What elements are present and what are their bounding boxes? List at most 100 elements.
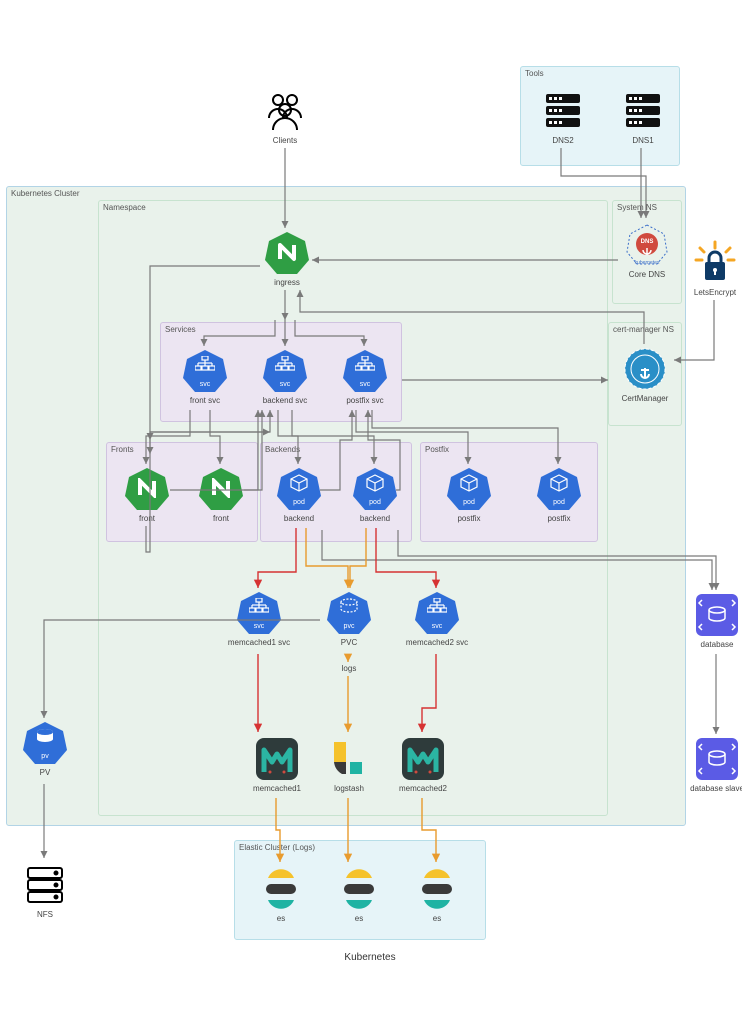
hept-label: pod	[536, 499, 582, 506]
cluster-label: cert-manager NS	[613, 325, 674, 334]
pod-icon: pod	[276, 466, 322, 512]
hept-label: svc	[342, 381, 388, 388]
node-label: es	[277, 914, 285, 923]
cluster-label: System NS	[617, 203, 657, 212]
node-postfix1: pod postfix	[440, 466, 498, 523]
hept-label: pod	[352, 499, 398, 506]
node-nfs: NFS	[16, 862, 74, 919]
aws-db-icon	[694, 592, 740, 638]
node-label: postfix svc	[346, 396, 383, 405]
node-label: database slave	[690, 784, 742, 793]
node-label: database	[701, 640, 734, 649]
svc-icon: svc	[414, 590, 460, 636]
svc-icon: svc	[342, 348, 388, 394]
node-es1: es	[252, 866, 310, 923]
node-postfix-svc: svc postfix svc	[336, 348, 394, 405]
node-label: es	[433, 914, 441, 923]
node-pvc: pvc PVC	[320, 590, 378, 647]
node-front-svc: svc front svc	[176, 348, 234, 405]
hept-label: pv	[22, 753, 68, 760]
node-front1: front	[118, 466, 176, 523]
letsencrypt-icon	[692, 240, 738, 286]
node-database-slave: database slave	[688, 736, 742, 793]
node-memcached2: memcached2	[394, 736, 452, 793]
cluster-label: Backends	[265, 445, 300, 454]
hept-label: svc	[414, 623, 460, 630]
hept-label: pvc	[326, 623, 372, 630]
cluster-label: Fronts	[111, 445, 134, 454]
node-label: PV	[40, 768, 51, 777]
coredns-icon: DNS kubernetes	[624, 222, 670, 268]
node-label: postfix	[547, 514, 570, 523]
node-backend1: pod backend	[270, 466, 328, 523]
nginx-icon	[124, 466, 170, 512]
node-label: logstash	[334, 784, 364, 793]
node-memcached1-svc: svc memcached1 svc	[230, 590, 288, 647]
node-label: memcached1	[253, 784, 301, 793]
svc-icon: svc	[236, 590, 282, 636]
server-icon	[540, 88, 586, 134]
svc-icon: svc	[262, 348, 308, 394]
node-label: DNS1	[632, 136, 653, 145]
hept-label: svc	[182, 381, 228, 388]
server-icon	[620, 88, 666, 134]
node-postfix2: pod postfix	[530, 466, 588, 523]
elastic-icon	[336, 866, 382, 912]
logstash-icon	[326, 736, 372, 782]
node-front2: front	[192, 466, 250, 523]
node-label: memcached2	[399, 784, 447, 793]
node-coredns: DNS kubernetes Core DNS	[618, 222, 676, 279]
node-label: ingress	[274, 278, 300, 287]
memcached-icon	[254, 736, 300, 782]
node-logstash: logstash	[320, 736, 378, 793]
node-dns2: DNS2	[534, 88, 592, 145]
cluster-label: Postfix	[425, 445, 449, 454]
diagram-title: Kubernetes	[330, 952, 410, 963]
node-backend-svc: svc backend svc	[256, 348, 314, 405]
node-label: postfix	[457, 514, 480, 523]
node-label: logs	[342, 664, 357, 673]
hept-label: svc	[262, 381, 308, 388]
node-label: LetsEncrypt	[694, 288, 736, 297]
svc-icon: svc	[182, 348, 228, 394]
node-memcached2-svc: svc memcached2 svc	[408, 590, 466, 647]
node-label: Clients	[273, 136, 297, 145]
pvc-icon: pvc	[326, 590, 372, 636]
cluster-label: Tools	[525, 69, 544, 78]
node-label: es	[355, 914, 363, 923]
node-memcached1: memcached1	[248, 736, 306, 793]
node-database: database	[688, 592, 742, 649]
node-label: Core DNS	[629, 270, 665, 279]
pod-icon: pod	[536, 466, 582, 512]
node-clients: Clients	[256, 88, 314, 145]
node-label: DNS2	[552, 136, 573, 145]
elastic-icon	[258, 866, 304, 912]
hept-label: pod	[446, 499, 492, 506]
cluster-label: Elastic Cluster (Logs)	[239, 843, 315, 852]
node-certmanager: CertManager	[616, 346, 674, 403]
node-label: backend	[360, 514, 390, 523]
node-label: front svc	[190, 396, 220, 405]
node-label: front	[213, 514, 229, 523]
aws-db-icon	[694, 736, 740, 782]
pv-icon: pv	[22, 720, 68, 766]
node-label: CertManager	[622, 394, 669, 403]
pod-icon: pod	[446, 466, 492, 512]
nginx-icon	[264, 230, 310, 276]
node-pv: pv PV	[16, 720, 74, 777]
node-es2: es	[330, 866, 388, 923]
certmanager-icon	[622, 346, 668, 392]
node-label: front	[139, 514, 155, 523]
cluster-label: Services	[165, 325, 196, 334]
node-logs: logs	[320, 664, 378, 673]
node-label: backend	[284, 514, 314, 523]
node-label: memcached2 svc	[406, 638, 468, 647]
memcached-icon	[400, 736, 446, 782]
node-letsencrypt: LetsEncrypt	[686, 240, 742, 297]
node-label: memcached1 svc	[228, 638, 290, 647]
node-label: backend svc	[263, 396, 307, 405]
node-label: PVC	[341, 638, 357, 647]
hept-label: pod	[276, 499, 322, 506]
nginx-icon	[198, 466, 244, 512]
node-label: NFS	[37, 910, 53, 919]
